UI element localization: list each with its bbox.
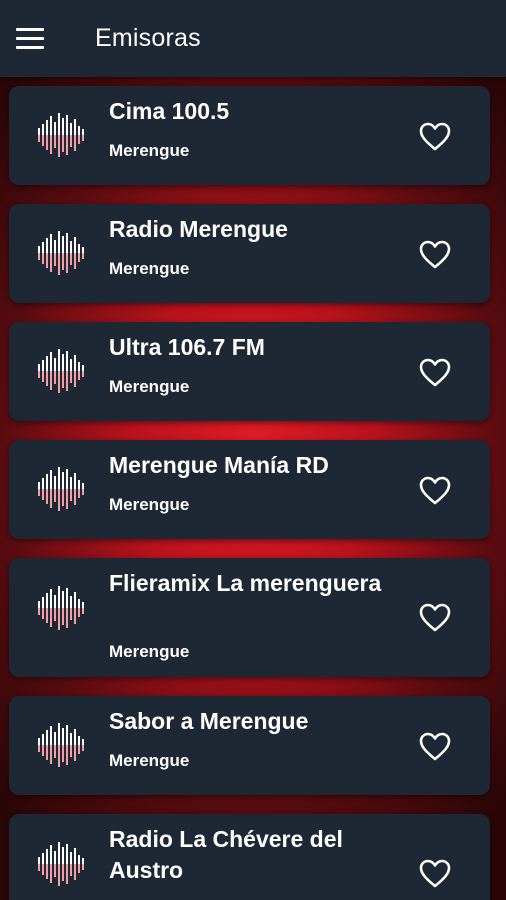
station-name: Merengue Manía RD <box>109 452 329 478</box>
heart-icon[interactable] <box>419 476 451 506</box>
station-genre: Merengue <box>109 259 190 278</box>
station-card[interactable]: Ultra 106.7 FM Merengue <box>9 322 490 421</box>
heart-icon[interactable] <box>419 732 451 762</box>
audio-wave-icon <box>38 586 84 630</box>
heart-icon[interactable] <box>419 122 451 152</box>
app-bar: Emisoras <box>0 0 506 77</box>
station-card[interactable]: Radio Merengue Merengue <box>9 204 490 303</box>
station-card[interactable]: Sabor a Merengue Merengue <box>9 696 490 795</box>
heart-icon[interactable] <box>419 240 451 270</box>
heart-icon[interactable] <box>419 358 451 388</box>
station-name: Cima 100.5 <box>109 98 230 124</box>
audio-wave-icon <box>38 467 84 511</box>
station-name: Sabor a Merengue <box>109 708 309 734</box>
page-title: Emisoras <box>95 24 201 52</box>
station-name: Flieramix La merenguera <box>109 570 382 596</box>
audio-wave-icon <box>38 723 84 767</box>
hamburger-menu-icon[interactable] <box>16 24 50 54</box>
heart-icon[interactable] <box>419 603 451 633</box>
station-genre: Merengue <box>109 642 190 661</box>
station-card[interactable]: Cima 100.5 Merengue <box>9 86 490 185</box>
station-name: Radio La Chévere del Austro <box>109 826 343 883</box>
station-card[interactable]: Merengue Manía RD Merengue <box>9 440 490 539</box>
station-card[interactable]: Flieramix La merenguera Merengue <box>9 558 490 677</box>
audio-wave-icon <box>38 231 84 275</box>
station-genre: Merengue <box>109 377 190 396</box>
heart-icon[interactable] <box>419 859 451 889</box>
audio-wave-icon <box>38 349 84 393</box>
station-name: Radio Merengue <box>109 216 288 242</box>
station-genre: Merengue <box>109 141 190 160</box>
station-genre: Merengue <box>109 751 190 770</box>
station-genre: Merengue <box>109 495 190 514</box>
audio-wave-icon <box>38 113 84 157</box>
station-name: Ultra 106.7 FM <box>109 334 265 360</box>
audio-wave-icon <box>38 842 84 886</box>
station-card[interactable]: Radio La Chévere del Austro <box>9 814 490 900</box>
